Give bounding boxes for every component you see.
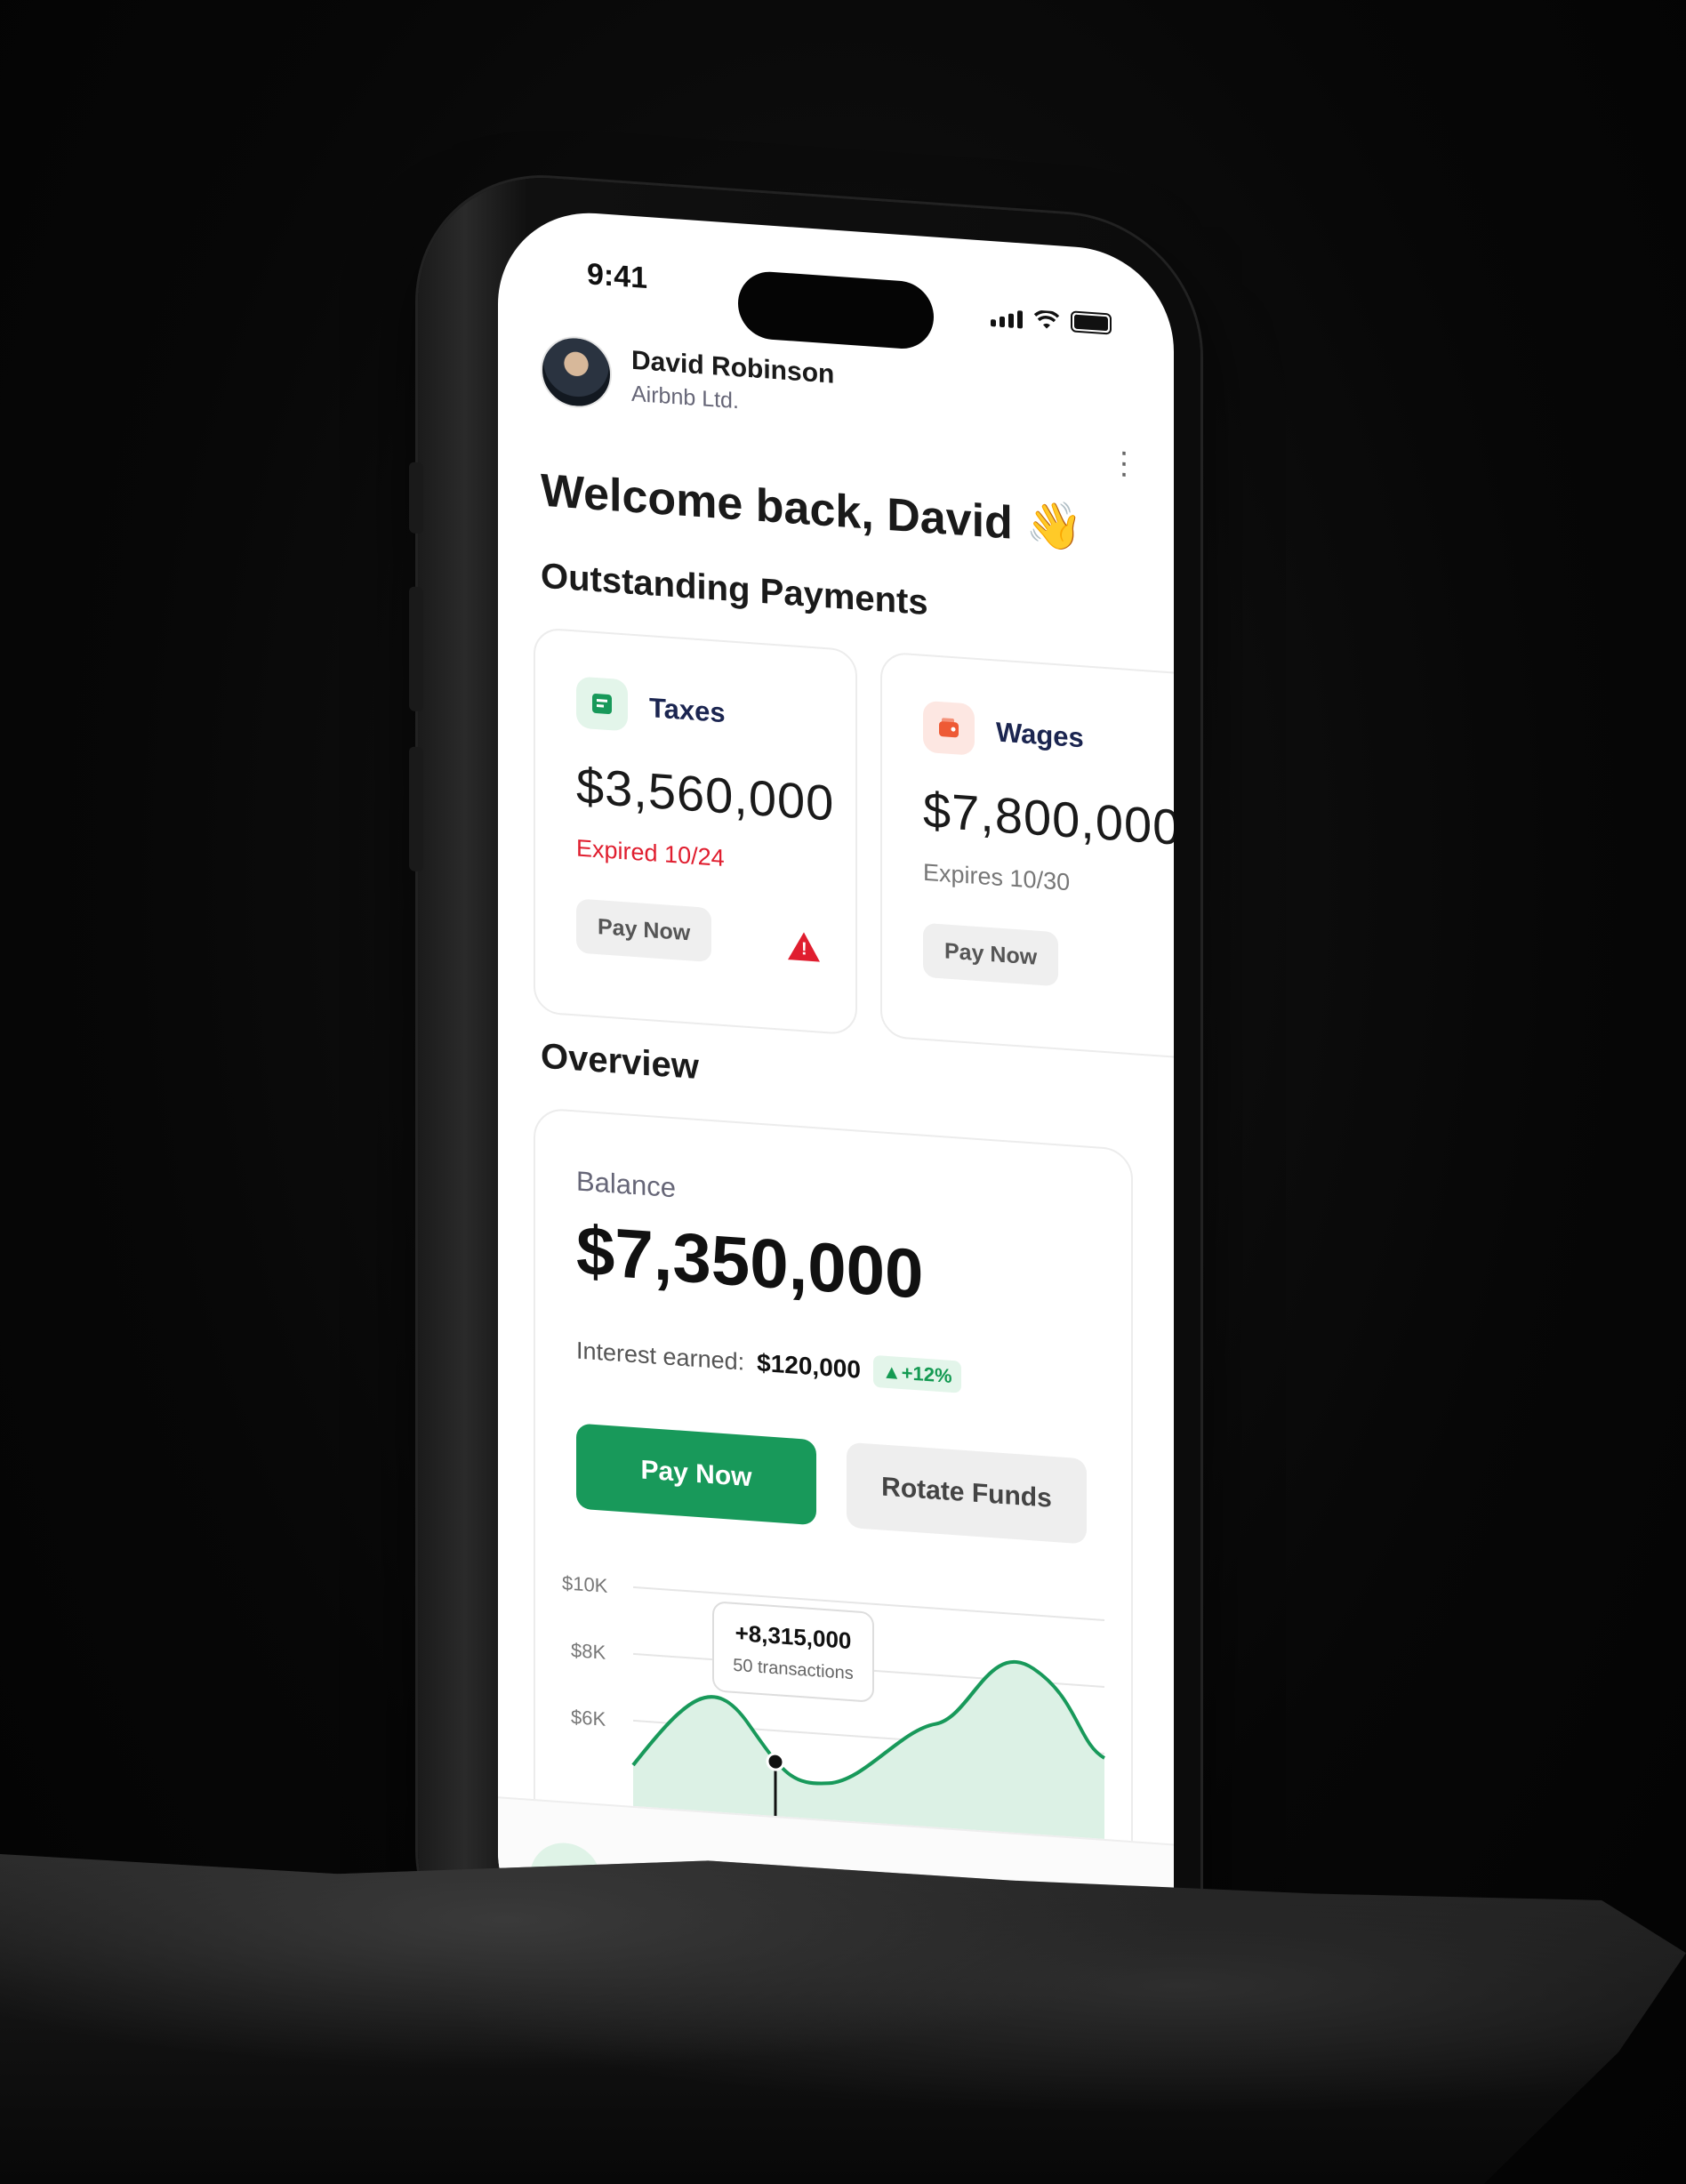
balance-amount: $7,350,000 bbox=[576, 1210, 924, 1313]
profile-header[interactable]: David Robinson Airbnb Ltd. bbox=[541, 333, 834, 426]
payment-card-wages[interactable]: Wages $7,800,000 Expires 10/30 Pay Now bbox=[880, 651, 1174, 1060]
y-tick-label: $10K bbox=[562, 1571, 608, 1597]
payment-label: Wages bbox=[996, 716, 1084, 754]
pay-now-button[interactable]: Pay Now bbox=[923, 922, 1059, 987]
overview-title: Overview bbox=[541, 1036, 699, 1088]
balance-label: Balance bbox=[576, 1165, 677, 1204]
warning-icon: ! bbox=[788, 931, 820, 962]
interest-row: Interest earned: $120,000 ▲+12% bbox=[576, 1334, 961, 1393]
y-tick-label: $8K bbox=[571, 1639, 606, 1664]
volume-up-button bbox=[409, 586, 423, 712]
wifi-icon bbox=[1033, 309, 1060, 329]
pay-now-primary-button[interactable]: Pay Now bbox=[576, 1423, 816, 1526]
y-tick-label: $6K bbox=[571, 1706, 606, 1730]
status-time: 9:41 bbox=[587, 257, 648, 296]
outstanding-payments-title: Outstanding Payments bbox=[541, 556, 928, 623]
interest-label: Interest earned: bbox=[576, 1336, 745, 1376]
pay-now-button[interactable]: Pay Now bbox=[576, 898, 712, 963]
rotate-funds-button[interactable]: Rotate Funds bbox=[847, 1441, 1087, 1545]
payment-amount: $7,800,000 bbox=[923, 781, 1174, 856]
more-options-icon[interactable]: · · · bbox=[1119, 432, 1129, 491]
rock-pedestal bbox=[0, 1854, 1686, 2184]
payment-card-taxes[interactable]: Taxes $3,560,000 Expired 10/24 Pay Now ! bbox=[534, 627, 857, 1036]
interest-change-badge: ▲+12% bbox=[872, 1354, 961, 1393]
battery-icon bbox=[1071, 310, 1112, 335]
volume-down-button bbox=[409, 746, 423, 872]
mute-switch bbox=[409, 462, 423, 534]
payment-amount: $3,560,000 bbox=[576, 757, 835, 831]
phone-frame: 9:41 David Robinson Airbnb Ltd. · · · We… bbox=[409, 169, 1200, 2038]
payment-status: Expired 10/24 bbox=[576, 834, 725, 872]
signal-icon bbox=[991, 309, 1023, 329]
chart-point[interactable] bbox=[766, 1752, 785, 1771]
wallet-icon bbox=[923, 700, 975, 756]
welcome-heading: Welcome back, David 👋 bbox=[541, 464, 1084, 555]
interest-value: $120,000 bbox=[757, 1348, 861, 1384]
payment-label: Taxes bbox=[649, 692, 726, 729]
payment-status: Expires 10/30 bbox=[923, 858, 1071, 896]
app-screen: 9:41 David Robinson Airbnb Ltd. · · · We… bbox=[498, 206, 1174, 1997]
document-icon bbox=[576, 676, 628, 732]
avatar[interactable] bbox=[541, 333, 612, 411]
